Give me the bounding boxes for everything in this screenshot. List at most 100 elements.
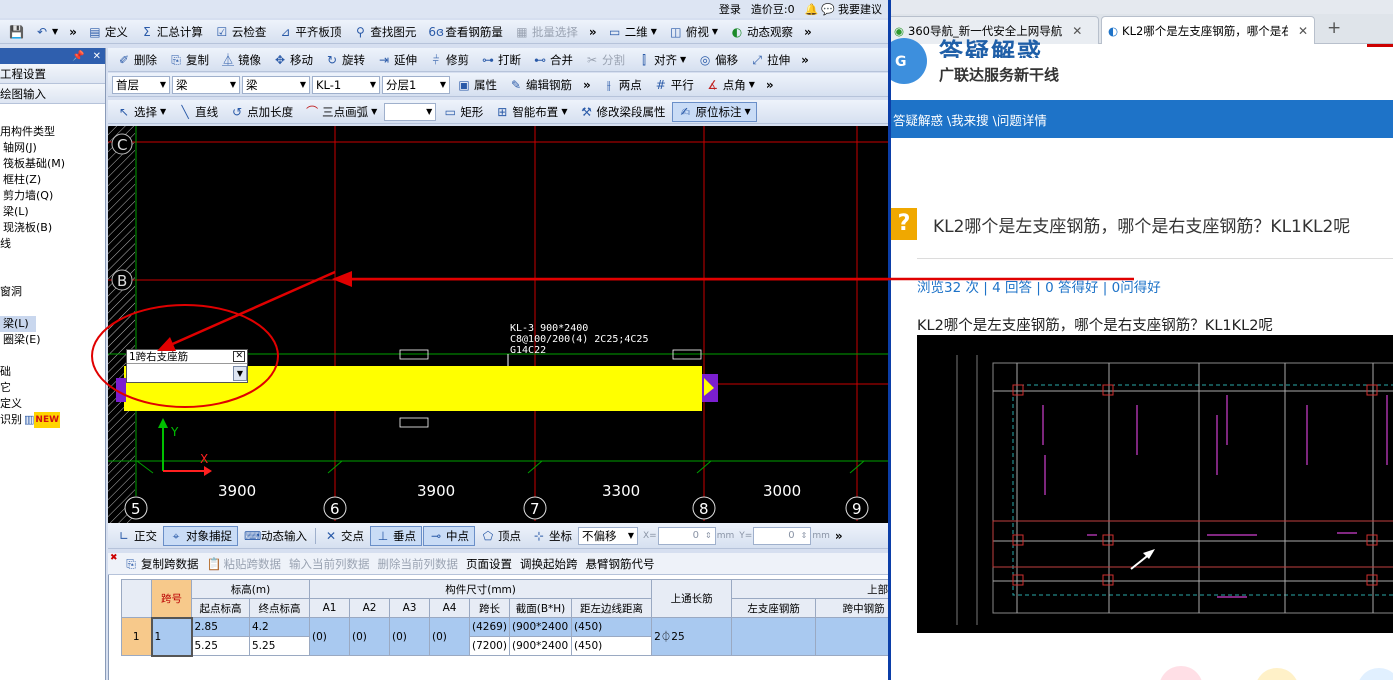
split-button[interactable]: ✂ 分割 xyxy=(580,50,630,70)
smart-layout-dropdown[interactable]: ⊞ 智能布置 ▼ xyxy=(490,102,572,122)
bell-icon[interactable]: 🔔 xyxy=(805,3,819,16)
cantilever-code-button[interactable]: 悬臂钢筋代号 xyxy=(586,556,655,572)
perpendicular-snap[interactable]: ⊥ 垂点 xyxy=(370,525,422,546)
x-coord-input[interactable]: 0 ⇕ xyxy=(657,526,716,545)
input-column-button[interactable]: 输入当前列数据 xyxy=(289,556,370,572)
undo-button[interactable]: ↶ ▼ xyxy=(30,22,63,42)
end-elev-cell-2[interactable]: 5.25 xyxy=(248,636,311,656)
toolbar-more-4[interactable]: » xyxy=(797,53,813,67)
login-link[interactable]: 登录 xyxy=(719,1,741,17)
ortho-toggle[interactable]: ∟ 正交 xyxy=(112,526,162,546)
toolbar-more-6[interactable]: » xyxy=(762,78,778,92)
copy-button[interactable]: ⎘ 复制 xyxy=(164,50,214,70)
stretch-button[interactable]: ⤢ 拉伸 xyxy=(745,50,795,70)
span-no-cell[interactable]: 1 xyxy=(150,616,193,657)
type-select[interactable]: 梁 ▼ xyxy=(242,75,310,94)
object-snap-toggle[interactable]: ⌖ 对象捕捉 xyxy=(163,525,238,546)
close-panel-icon[interactable]: ✖ xyxy=(110,553,118,563)
mid-span-cell[interactable] xyxy=(815,617,888,656)
category-select[interactable]: 梁 ▼ xyxy=(172,75,240,94)
trim-button[interactable]: ⫩ 修剪 xyxy=(424,50,474,70)
list-item[interactable]: 筏板基础(M) xyxy=(0,156,105,172)
toolbar-more-2[interactable]: » xyxy=(585,25,601,39)
modify-beam-props-button[interactable]: ⚒ 修改梁段属性 xyxy=(574,102,670,122)
list-item[interactable] xyxy=(0,300,105,316)
project-settings-button[interactable]: 工程设置 xyxy=(0,64,105,84)
span-length-cell-2[interactable]: (7200) xyxy=(469,636,511,656)
paste-span-button[interactable]: 📋 粘贴跨数据 xyxy=(207,556,282,572)
arc-mode-select[interactable]: ▼ xyxy=(384,102,437,121)
coordinate-snap[interactable]: ⊹ 坐标 xyxy=(527,526,577,546)
delete-column-button[interactable]: 删除当前列数据 xyxy=(378,556,459,572)
start-elev-cell-2[interactable]: 5.25 xyxy=(191,636,250,656)
list-item[interactable]: 定义 xyxy=(0,396,105,412)
tab-question[interactable]: ◐ KL2哪个是左支座钢筋，哪个是右 ✕ xyxy=(1101,16,1315,45)
edit-rebar-button[interactable]: ✎ 编辑钢筋 xyxy=(504,75,577,95)
list-item[interactable] xyxy=(0,268,105,284)
dist-cell-2[interactable]: (450) xyxy=(571,636,653,656)
copy-span-button[interactable]: ⎘ 复制跨数据 xyxy=(124,556,198,572)
list-item[interactable]: 框柱(Z) xyxy=(0,172,105,188)
y-coord-input[interactable]: 0 ⇕ xyxy=(753,526,812,545)
list-item[interactable] xyxy=(0,252,105,268)
cloud-check-button[interactable]: ☑ 云检查 xyxy=(210,22,272,42)
page-setup-button[interactable]: 页面设置 xyxy=(466,556,512,572)
in-situ-annotation-button[interactable]: ✍ 原位标注 ▼ xyxy=(672,101,757,122)
a2-cell[interactable]: (0) xyxy=(349,617,391,656)
list-item[interactable]: 它 xyxy=(0,380,105,396)
list-item[interactable]: 窗洞 xyxy=(0,284,105,300)
view-rebar-button[interactable]: 6ɞ 查看钢筋量 xyxy=(423,22,508,42)
point-angle-dropdown[interactable]: ∡ 点角 ▼ xyxy=(701,75,760,95)
list-item[interactable]: 用构件类型 xyxy=(0,124,105,140)
toolbar-more-3[interactable]: » xyxy=(800,25,816,39)
dynamic-observe-button[interactable]: ◐ 动态观察 xyxy=(725,22,798,42)
list-item[interactable]: 现浇板(B) xyxy=(0,220,105,236)
list-item[interactable]: 线 xyxy=(0,236,105,252)
list-item[interactable]: 剪力墙(Q) xyxy=(0,188,105,204)
toolbar-more-5[interactable]: » xyxy=(579,78,595,92)
parallel-button[interactable]: # 平行 xyxy=(649,75,699,95)
view-2d-dropdown[interactable]: ▭ 二维 ▼ xyxy=(603,22,662,42)
pin-icon[interactable]: 📌 xyxy=(72,51,84,62)
left-support-cell[interactable] xyxy=(731,617,817,656)
line-button[interactable]: ╲ 直线 xyxy=(173,102,223,122)
member-select[interactable]: KL-1 ▼ xyxy=(312,75,380,94)
list-item[interactable] xyxy=(0,348,105,364)
list-item[interactable]: 轴网(J) xyxy=(0,140,105,156)
three-point-arc-dropdown[interactable]: ⌒ 三点画弧 ▼ xyxy=(300,102,382,122)
drawing-input-button[interactable]: 绘图输入 xyxy=(0,84,105,104)
break-button[interactable]: ⊶ 打断 xyxy=(476,50,526,70)
dynamic-input-toggle[interactable]: ⌨ 动态输入 xyxy=(239,526,312,546)
intersection-snap[interactable]: ✕ 交点 xyxy=(319,526,369,546)
span-length-cell-1[interactable]: (4269) xyxy=(469,617,511,637)
popup-close-icon[interactable]: ✕ xyxy=(233,351,245,362)
find-element-button[interactable]: ⚲ 查找图元 xyxy=(348,22,421,42)
select-dropdown[interactable]: ↖ 选择 ▼ xyxy=(112,102,171,122)
section-cell-2[interactable]: (900*2400 xyxy=(509,636,573,656)
point-length-button[interactable]: ↺ 点加长度 xyxy=(225,102,298,122)
section-cell-1[interactable]: (900*2400 xyxy=(509,617,573,637)
extend-button[interactable]: ⇥ 延伸 xyxy=(372,50,422,70)
floor-select[interactable]: 首层 ▼ xyxy=(112,75,170,94)
align-slab-top-button[interactable]: ⊿ 平齐板顶 xyxy=(273,22,346,42)
question-attachment-image[interactable] xyxy=(917,335,1393,633)
rotate-button[interactable]: ↻ 旋转 xyxy=(320,50,370,70)
swap-start-span-button[interactable]: 调换起始跨 xyxy=(520,556,578,572)
properties-button[interactable]: ▣ 属性 xyxy=(452,75,502,95)
tab-close-icon[interactable]: ✕ xyxy=(1072,24,1082,38)
popup-dropdown-icon[interactable]: ▼ xyxy=(233,365,247,381)
move-button[interactable]: ✥ 移动 xyxy=(268,50,318,70)
dist-cell-1[interactable]: (450) xyxy=(571,617,653,637)
mirror-button[interactable]: ⏅ 镜像 xyxy=(216,50,266,70)
list-item-selected[interactable]: 梁(L) xyxy=(0,316,36,332)
new-tab-button[interactable]: + xyxy=(1327,18,1341,38)
table-row[interactable]: 1 1 2.85 4.2 (0) (0) (0) (0) (4269) (900… xyxy=(121,616,888,657)
toolbar-more-1[interactable]: » xyxy=(65,25,81,39)
delete-button[interactable]: ✐ 删除 xyxy=(112,50,162,70)
a4-cell[interactable]: (0) xyxy=(429,617,471,656)
end-elev-cell-1[interactable]: 4.2 xyxy=(248,617,311,637)
list-item[interactable]: 础 xyxy=(0,364,105,380)
two-point-button[interactable]: ⫲ 两点 xyxy=(597,75,647,95)
question-stats[interactable]: 浏览32 次 | 4 回答 | 0 答得好 | 0问得好 xyxy=(917,276,1161,296)
close-icon[interactable]: ✕ xyxy=(93,51,101,62)
